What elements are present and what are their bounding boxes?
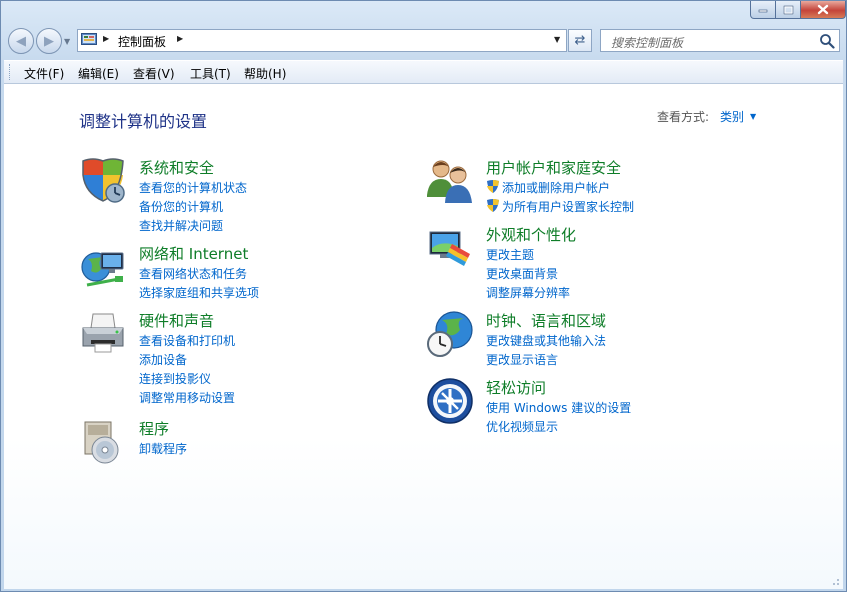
clock-globe-icon[interactable] xyxy=(426,310,474,358)
link-windows-recommended[interactable]: 使用 Windows 建议的设置 xyxy=(486,399,631,416)
link-display-language[interactable]: 更改显示语言 xyxy=(486,351,558,368)
minimize-icon xyxy=(758,9,768,12)
category-title-system-security[interactable]: 系统和安全 xyxy=(139,157,214,178)
menu-edit[interactable]: 编辑(E) xyxy=(78,65,119,82)
refresh-icon: ⇄ xyxy=(574,33,586,48)
link-screen-resolution[interactable]: 调整屏幕分辨率 xyxy=(486,284,570,301)
link-desktop-background[interactable]: 更改桌面背景 xyxy=(486,265,558,282)
search-icon[interactable] xyxy=(819,33,835,49)
forward-arrow-icon: ▶ xyxy=(44,33,54,49)
close-button[interactable] xyxy=(801,1,846,19)
maximize-button[interactable] xyxy=(776,1,801,19)
link-view-computer-status[interactable]: 查看您的计算机状态 xyxy=(139,179,247,196)
appearance-monitor-icon[interactable] xyxy=(426,224,474,272)
minimize-button[interactable] xyxy=(750,1,776,19)
link-change-keyboard[interactable]: 更改键盘或其他输入法 xyxy=(486,332,606,349)
search-box[interactable]: 搜索控制面板 xyxy=(600,29,840,52)
network-globe-icon[interactable] xyxy=(79,243,127,291)
menu-grip xyxy=(9,64,13,80)
maximize-icon xyxy=(783,5,793,14)
link-devices-printers[interactable]: 查看设备和打印机 xyxy=(139,332,235,349)
navigation-bar: ◀ ▶ ▼ ▶ 控制面板 ▶ ▼ ⇄ 搜索控制面板 xyxy=(1,25,846,57)
category-title-programs[interactable]: 程序 xyxy=(139,418,169,439)
menu-file[interactable]: 文件(F) xyxy=(24,65,64,82)
link-parental-controls[interactable]: 为所有用户设置家长控制 xyxy=(502,198,634,215)
category-title-user-accounts[interactable]: 用户帐户和家庭安全 xyxy=(486,157,621,178)
view-by-label: 查看方式: xyxy=(657,110,710,124)
close-icon xyxy=(817,4,829,15)
control-panel-icon xyxy=(81,33,97,45)
users-icon[interactable] xyxy=(426,157,474,205)
forward-button[interactable]: ▶ xyxy=(36,28,62,54)
link-mobility-settings[interactable]: 调整常用移动设置 xyxy=(139,389,235,406)
menu-tools[interactable]: 工具(T) xyxy=(190,65,231,82)
caption-buttons xyxy=(750,1,846,19)
refresh-button[interactable]: ⇄ xyxy=(568,29,592,52)
uac-shield-icon xyxy=(487,180,499,193)
ease-of-access-icon[interactable] xyxy=(426,377,474,425)
link-connect-projector[interactable]: 连接到投影仪 xyxy=(139,370,211,387)
link-network-status[interactable]: 查看网络状态和任务 xyxy=(139,265,247,282)
category-title-hardware[interactable]: 硬件和声音 xyxy=(139,310,214,331)
back-arrow-icon: ◀ xyxy=(16,33,26,49)
address-bar[interactable]: ▶ 控制面板 ▶ ▼ xyxy=(77,29,567,52)
view-by-chevron-icon[interactable]: ▼ xyxy=(750,112,756,121)
back-button[interactable]: ◀ xyxy=(8,28,34,54)
menu-bar: 文件(F) 编辑(E) 查看(V) 工具(T) 帮助(H) xyxy=(4,60,843,84)
breadcrumb-control-panel[interactable]: 控制面板 xyxy=(118,33,166,50)
category-title-clock-region[interactable]: 时钟、语言和区域 xyxy=(486,310,606,331)
breadcrumb-separator-icon[interactable]: ▶ xyxy=(103,34,109,43)
link-homegroup-sharing[interactable]: 选择家庭组和共享选项 xyxy=(139,284,259,301)
link-add-remove-users[interactable]: 添加或删除用户帐户 xyxy=(502,179,610,196)
uac-shield-icon xyxy=(487,199,499,212)
link-uninstall-program[interactable]: 卸载程序 xyxy=(139,440,187,457)
resize-grip-icon[interactable] xyxy=(830,576,840,586)
menu-view[interactable]: 查看(V) xyxy=(133,65,175,82)
search-placeholder: 搜索控制面板 xyxy=(611,36,684,50)
link-backup-computer[interactable]: 备份您的计算机 xyxy=(139,198,223,215)
title-bar xyxy=(1,1,846,25)
printer-icon[interactable] xyxy=(79,310,127,358)
control-panel-window: ◀ ▶ ▼ ▶ 控制面板 ▶ ▼ ⇄ 搜索控制面板 文件(F) 编辑(E) 查看… xyxy=(0,0,847,592)
recent-pages-dropdown[interactable]: ▼ xyxy=(64,37,70,46)
link-change-theme[interactable]: 更改主题 xyxy=(486,246,534,263)
address-dropdown-icon[interactable]: ▼ xyxy=(554,35,560,44)
page-title: 调整计算机的设置 xyxy=(79,112,208,131)
link-troubleshoot[interactable]: 查找并解决问题 xyxy=(139,217,223,234)
category-title-ease-access[interactable]: 轻松访问 xyxy=(486,377,546,398)
menu-help[interactable]: 帮助(H) xyxy=(244,65,286,82)
category-title-network[interactable]: 网络和 Internet xyxy=(139,243,248,264)
security-shield-icon[interactable] xyxy=(79,157,127,205)
content-area: 调整计算机的设置 查看方式: 类别 ▼ 系统和安全 查看您的计算机状态 备份您的… xyxy=(4,84,843,589)
link-optimize-display[interactable]: 优化视频显示 xyxy=(486,418,558,435)
breadcrumb-chevron-icon[interactable]: ▶ xyxy=(177,34,183,43)
view-by-dropdown[interactable]: 类别 xyxy=(720,108,744,125)
link-add-device[interactable]: 添加设备 xyxy=(139,351,187,368)
programs-disc-icon[interactable] xyxy=(79,418,127,466)
category-title-appearance[interactable]: 外观和个性化 xyxy=(486,224,576,245)
